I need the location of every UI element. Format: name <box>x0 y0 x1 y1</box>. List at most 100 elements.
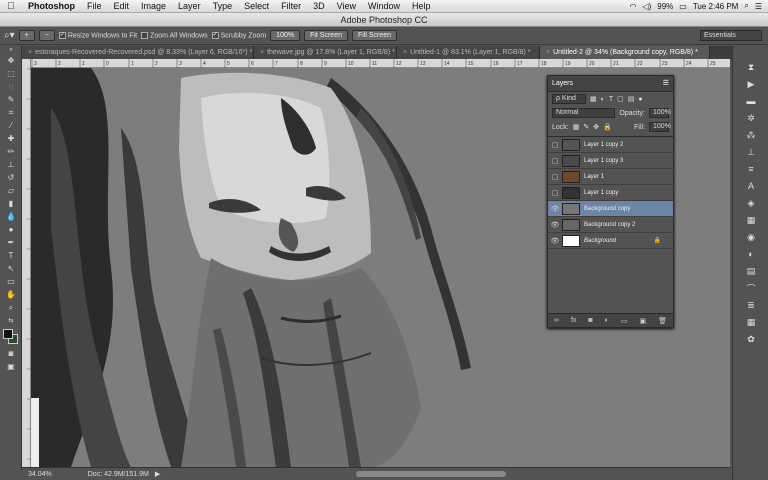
hand-tool-icon[interactable]: ✋ <box>0 288 22 301</box>
dodge-icon[interactable]: ● <box>0 223 22 236</box>
horizontal-scrollbar[interactable] <box>356 471 507 477</box>
menu-file[interactable]: File <box>81 1 108 11</box>
layer-row[interactable]: ▢ Layer 1 copy 3 <box>548 153 673 169</box>
layer-name[interactable]: Layer 1 copy 2 <box>584 142 623 148</box>
zoom-tool-icon[interactable]: ⌕▾ <box>4 30 15 41</box>
lock-image-icon[interactable]: ✎ <box>583 123 589 131</box>
history-brush-icon[interactable]: ↺ <box>0 171 22 184</box>
eye-icon[interactable]: 👁 <box>548 221 562 229</box>
close-icon[interactable]: × <box>403 49 407 56</box>
fill-screen-button[interactable]: Fill Screen <box>351 30 398 41</box>
doc-size[interactable]: Doc: 42.9M/151.9M <box>88 471 149 478</box>
actual-pixels-button[interactable]: 100% <box>270 30 301 41</box>
navigator-icon[interactable]: ✿ <box>741 332 761 346</box>
filter-toggle-icon[interactable]: ● <box>638 96 642 103</box>
layer-name[interactable]: Layer 1 copy 3 <box>584 158 623 164</box>
menu-edit[interactable]: Edit <box>108 1 136 11</box>
battery-icon[interactable]: ▭ <box>679 2 687 11</box>
vertical-ruler[interactable] <box>22 59 31 467</box>
status-arrow-icon[interactable]: ▶ <box>155 470 160 478</box>
foreground-color[interactable] <box>3 329 13 339</box>
layer-row[interactable]: ▢ Layer 1 copy <box>548 185 673 201</box>
blur-icon[interactable]: 💧 <box>0 210 22 223</box>
fx-icon[interactable]: fx <box>571 317 576 324</box>
styles-icon[interactable]: ▤ <box>741 264 761 278</box>
type-tool-icon[interactable]: T <box>0 249 22 262</box>
shape-filter-icon[interactable]: ▢ <box>617 95 624 103</box>
layer-row[interactable]: ▢ Layer 1 copy 2 <box>548 137 673 153</box>
volume-icon[interactable]: ◁) <box>642 2 651 11</box>
menu-view[interactable]: View <box>331 1 362 11</box>
menu-filter[interactable]: Filter <box>275 1 307 11</box>
opacity-input[interactable]: 100% <box>649 108 671 118</box>
layers-tab[interactable]: Layers <box>552 80 573 87</box>
rectangle-tool-icon[interactable]: ▭ <box>0 275 22 288</box>
eraser-icon[interactable]: ▱ <box>0 184 22 197</box>
pen-tool-icon[interactable]: ✒ <box>0 236 22 249</box>
mask-icon[interactable]: ◙ <box>588 317 592 324</box>
history-icon[interactable]: ⧗ <box>741 60 761 74</box>
channels-icon[interactable]: ≣ <box>741 298 761 312</box>
layer-row[interactable]: ▢ Layer 1 <box>548 169 673 185</box>
gradient-icon[interactable]: ▮ <box>0 197 22 210</box>
settings-icon[interactable]: ✲ <box>741 111 761 125</box>
marquee-tool-icon[interactable]: ⬚ <box>0 67 22 80</box>
lock-transparent-icon[interactable]: ▦ <box>573 123 580 131</box>
brushes-icon[interactable]: ▬ <box>741 94 761 108</box>
layers-icon[interactable]: ▦ <box>741 315 761 329</box>
folder-icon[interactable]: ▭ <box>621 317 628 325</box>
close-icon[interactable]: × <box>260 49 264 56</box>
fill-input[interactable]: 100% <box>649 122 671 132</box>
layer-name[interactable]: Layer 1 <box>584 174 604 180</box>
actions-icon[interactable]: ▶ <box>741 77 761 91</box>
tab-document[interactable]: × estoraques-Recovered-Recovered.psd @ 8.… <box>22 46 254 59</box>
brush-tool-icon[interactable]: ✏ <box>0 145 22 158</box>
wifi-icon[interactable]: ◠ <box>629 2 636 11</box>
default-colors-icon[interactable]: ⇆ <box>0 314 22 327</box>
quick-select-icon[interactable]: ✎ <box>0 93 22 106</box>
menu-window[interactable]: Window <box>362 1 406 11</box>
zoom-all-checkbox[interactable]: Zoom All Windows <box>141 31 208 39</box>
pixel-filter-icon[interactable]: ▦ <box>590 95 597 103</box>
kind-filter-select[interactable]: ρ Kind <box>552 94 586 104</box>
tab-document-active[interactable]: × Untitled-2 @ 34% (Background copy, RGB/… <box>540 46 710 59</box>
lock-all-icon[interactable]: 🔒 <box>603 123 612 131</box>
list-icon[interactable]: ☰ <box>755 2 762 11</box>
zoom-tool-icon[interactable]: ⌕ <box>0 301 22 314</box>
clone-stamp-icon[interactable]: ⊥ <box>0 158 22 171</box>
lock-position-icon[interactable]: ✥ <box>593 123 599 131</box>
close-icon[interactable]: × <box>28 49 32 56</box>
tab-document[interactable]: × thewave.jpg @ 17.8% (Layer 1, RGB/8) * <box>254 46 397 59</box>
layer-comps-icon[interactable]: ◈ <box>741 196 761 210</box>
paths-icon[interactable]: ⌒ <box>741 281 761 295</box>
menu-3d[interactable]: 3D <box>307 1 331 11</box>
menu-image[interactable]: Image <box>135 1 172 11</box>
layer-name[interactable]: Background copy 2 <box>584 222 635 228</box>
quick-mask-icon[interactable]: ◙ <box>0 347 22 360</box>
menu-help[interactable]: Help <box>406 1 437 11</box>
menu-type[interactable]: Type <box>207 1 239 11</box>
properties-icon[interactable]: ◐ <box>741 247 761 261</box>
eye-icon[interactable]: 👁 <box>548 237 562 245</box>
crop-tool-icon[interactable]: ⌗ <box>0 106 22 119</box>
horizontal-ruler[interactable]: 3 2 1 0 1 2 3 4 5 6 7 8 9 10 11 12 13 14 15 16 17 18 19 20 21 22 2… <box>30 59 730 68</box>
swatches-icon[interactable]: ▦ <box>741 213 761 227</box>
layer-row-selected[interactable]: 👁 Background copy <box>548 201 673 217</box>
search-icon[interactable]: ⌕ <box>744 1 748 11</box>
zoom-in-icon[interactable]: + <box>18 30 35 41</box>
move-tool-icon[interactable]: ✥ <box>0 54 22 67</box>
color-icon[interactable]: ◉ <box>741 230 761 244</box>
new-layer-icon[interactable]: ▣ <box>639 317 646 325</box>
blend-mode-select[interactable]: Normal <box>552 108 616 118</box>
menu-app[interactable]: Photoshop <box>22 1 81 11</box>
visibility-toggle[interactable]: ▢ <box>548 173 562 181</box>
screen-mode-icon[interactable]: ▣ <box>0 360 22 373</box>
fit-screen-button[interactable]: Fit Screen <box>304 30 348 41</box>
type-icon[interactable]: A <box>741 179 761 193</box>
clone-source-icon[interactable]: ⊥ <box>741 145 761 159</box>
tab-document[interactable]: × Untitled-1 @ 83.1% (Layer 1, RGB/8) * <box>397 46 540 59</box>
visibility-toggle[interactable]: ▢ <box>548 141 562 149</box>
collapse-icon[interactable]: » <box>0 46 22 54</box>
smart-filter-icon[interactable]: ▤ <box>628 95 635 103</box>
healing-brush-icon[interactable]: ✚ <box>0 132 22 145</box>
